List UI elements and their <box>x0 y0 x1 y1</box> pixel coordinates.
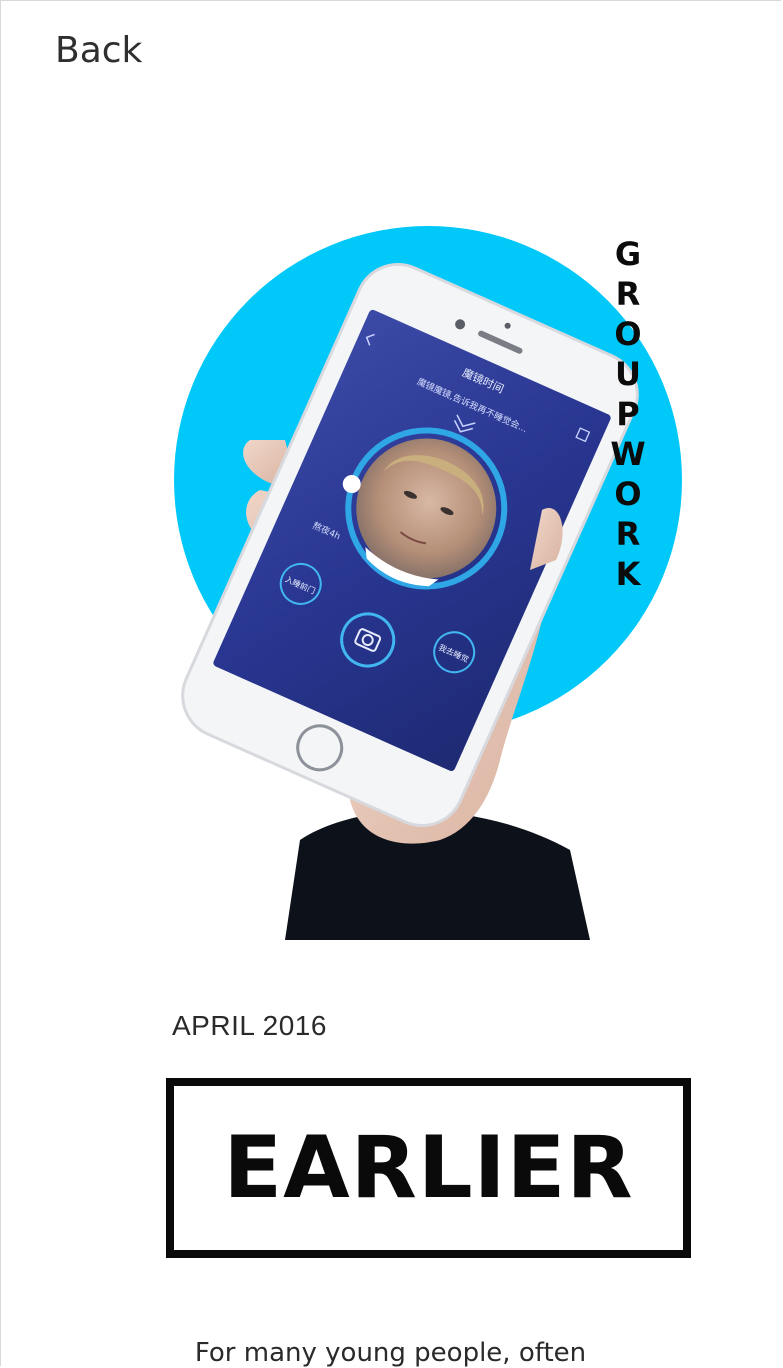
vertical-letter: K <box>615 555 641 593</box>
vertical-letter: W <box>610 435 646 473</box>
article-title: EARLIER <box>223 1118 634 1218</box>
article-intro: For many young people, often <box>194 1338 587 1368</box>
vertical-letter: U <box>615 355 641 393</box>
vertical-letter: G <box>614 235 642 273</box>
vertical-letter: R <box>615 515 641 553</box>
vertical-letter: P <box>616 395 640 433</box>
vertical-letter: O <box>614 315 642 353</box>
back-button[interactable]: Back <box>55 30 142 71</box>
article-title-box: EARLIER <box>166 1078 691 1258</box>
article-date: APRIL 2016 <box>172 1010 327 1041</box>
vertical-letter: O <box>614 475 642 513</box>
groupwork-vertical-word: G R O U P W O R K <box>608 234 648 594</box>
vertical-letter: R <box>615 275 641 313</box>
